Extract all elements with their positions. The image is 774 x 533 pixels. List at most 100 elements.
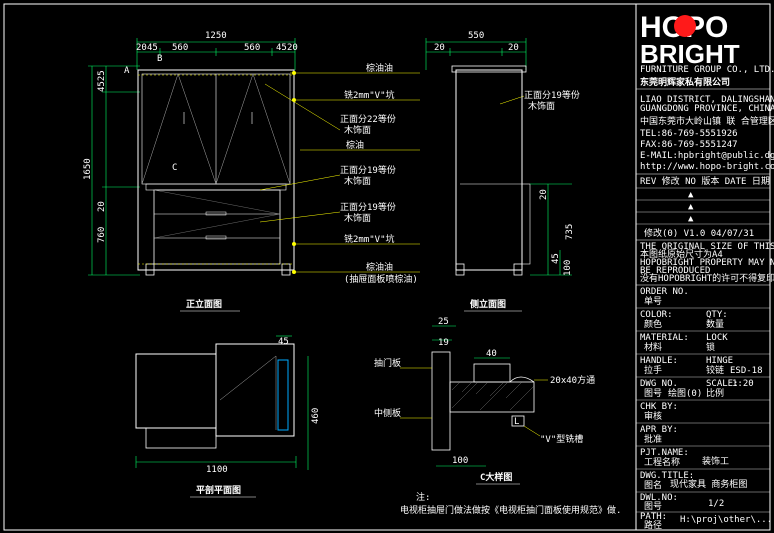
dwg-no-cn: 图号 — [644, 388, 662, 399]
callout-veneer-19c-b: 木饰面 — [344, 212, 371, 224]
detail-label-mid: 中侧板 — [374, 407, 401, 419]
dwg-no-label: DWG NO. — [640, 379, 678, 389]
dwl-value: 1/2 — [708, 499, 724, 509]
detail-label-door: 抽门板 — [374, 357, 401, 369]
side-dim-20-vert: 20 — [539, 189, 549, 200]
callout-veneer-22-a: 正面分22等份 — [340, 113, 396, 125]
plan-view-title: 平剖平面图 — [196, 484, 241, 496]
callout-mid-oil: 棕油 — [346, 139, 364, 151]
path-cn: 路径 — [644, 519, 662, 531]
front-dim-560-right: 560 — [244, 43, 260, 53]
company-addr-cn: 中国东莞市大岭山镇 联 合管理区 — [640, 115, 774, 127]
apr-cn: 批准 — [644, 433, 662, 445]
plan-dim-1100: 1100 — [206, 465, 228, 475]
front-dim-20: 20 — [97, 201, 107, 212]
detail-dim-100: 100 — [452, 456, 468, 466]
handle-cn: 拉手 — [644, 364, 662, 376]
callout-veneer-19c-a: 正面分19等份 — [340, 201, 396, 213]
callout-side-veneer-a: 正面分19等份 — [524, 89, 580, 101]
dwl-cn: 图号 — [644, 501, 662, 512]
front-dim-20-left: 20 — [136, 43, 147, 53]
front-label-b: B — [157, 54, 162, 64]
detail-label-square-tube: 20x40方通 — [550, 374, 595, 386]
side-dim-20-right: 20 — [508, 43, 519, 53]
company-web: http://www.hopo-bright.com — [640, 162, 774, 172]
title-value: 现代家具 商务柜图 — [670, 478, 747, 490]
front-view-title: 正立面图 — [186, 298, 222, 310]
scale-value: 1:20 — [732, 379, 754, 389]
detail-label-l: L — [514, 417, 519, 427]
handle-label: HANDLE: — [640, 356, 678, 366]
detail-view-title: C大样图 — [480, 471, 512, 483]
callout-groove-bottom: 铣2mm"V"坑 — [344, 233, 395, 245]
chk-cn: 审核 — [644, 410, 662, 422]
detail-dim-25: 25 — [438, 317, 449, 327]
lock-label: LOCK — [706, 333, 728, 343]
callout-bottom-oil: 棕油油 — [366, 261, 393, 273]
note-text: 电视柜抽屉门做法做按《电视柜抽门面板使用规范》做. — [400, 504, 621, 516]
detail-label-v-groove: "V"型铣槽 — [540, 433, 583, 445]
hinge-label: HINGE — [706, 356, 733, 366]
svg-text:▲: ▲ — [688, 190, 694, 200]
callout-bottom-oil-note: (抽屉面板喷棕油) — [344, 273, 418, 285]
rev-header: REV 修改 NO 版本 DATE 日期 — [640, 175, 770, 187]
front-label-a: A — [124, 66, 130, 76]
svg-text:▲: ▲ — [688, 214, 694, 224]
svg-text:▲: ▲ — [688, 202, 694, 212]
front-dim-560-left: 560 — [172, 43, 188, 53]
rev-note-5: 没有HOPOBRIGHT的许可不得复印 — [640, 272, 774, 284]
front-dim-total: 1250 — [205, 31, 227, 41]
side-view-title: 侧立面图 — [470, 298, 506, 310]
apr-label: APR BY: — [640, 425, 678, 435]
material-cn: 材料 — [644, 341, 662, 353]
qty-label: QTY: — [706, 310, 728, 320]
path-value: H:\proj\other\... — [680, 515, 772, 525]
side-dim-100: 100 — [563, 260, 573, 276]
color-label: COLOR: — [640, 310, 673, 320]
callout-veneer-19-a: 正面分19等份 — [340, 164, 396, 176]
qty-cn: 数量 — [706, 318, 724, 330]
hinge-value: ESD-18 — [730, 366, 763, 376]
project-cn: 工程名称 — [644, 456, 680, 468]
rev-version: 修改(0) V1.0 04/07/31 — [644, 227, 754, 239]
company-tel: TEL:86-769-5551926 — [640, 129, 738, 139]
order-no-label: ORDER NO. — [640, 287, 689, 297]
company-cn-name: 东莞明辉家私有限公司 — [640, 76, 730, 88]
detail-dim-40: 40 — [486, 349, 497, 359]
callout-veneer-22-b: 木饰面 — [344, 124, 371, 136]
callout-groove-top: 铣2mm"V"坑 — [344, 89, 395, 101]
side-dim-735: 735 — [565, 224, 575, 240]
front-dim-upper: 4525 — [97, 70, 107, 92]
front-label-c: C — [172, 163, 177, 173]
lock-cn: 锁 — [706, 341, 715, 353]
plan-dim-45: 45 — [278, 337, 289, 347]
color-cn: 颜色 — [644, 318, 662, 330]
project-value: 装饰工 — [702, 455, 729, 467]
material-label: MATERIAL: — [640, 333, 689, 343]
callout-top-oil: 棕油油 — [366, 62, 393, 74]
company-email: E-MAIL:hpbright@public.dgptt.gd.cn — [640, 151, 774, 161]
side-dim-total: 550 — [468, 31, 484, 41]
side-dim-20-left: 20 — [434, 43, 445, 53]
scale-cn: 比例 — [706, 387, 724, 399]
front-dim-760: 760 — [97, 227, 107, 243]
plan-dim-460: 460 — [311, 408, 321, 424]
hinge-cn: 铰链 — [706, 364, 724, 376]
company-fax: FAX:86-769-5551247 — [640, 140, 738, 150]
front-dim-45-right: 45 — [276, 43, 287, 53]
detail-dim-19: 19 — [438, 338, 449, 348]
order-no-cn: 单号 — [644, 295, 662, 307]
company-addr-2: GUANGDONG PROVINCE, CHINA — [640, 104, 774, 114]
dwg-no-value: 绘图(0) — [668, 387, 702, 399]
callout-veneer-19-b: 木饰面 — [344, 175, 371, 187]
side-dim-45: 45 — [551, 253, 561, 264]
title-cn: 图名 — [644, 479, 662, 491]
front-dim-20-right: 20 — [287, 43, 298, 53]
front-dim-45-left: 45 — [147, 43, 158, 53]
callout-side-veneer-b: 木饰面 — [528, 100, 555, 112]
front-dim-height: 1650 — [83, 158, 93, 180]
chk-label: CHK BY: — [640, 402, 678, 412]
note-label: 注: — [416, 491, 430, 503]
company-group: FURNITURE GROUP CO., LTD. — [640, 65, 774, 75]
cad-drawing-canvas: 1250 20 45 560 560 45 20 B 1650 4525 20 … — [0, 0, 774, 533]
